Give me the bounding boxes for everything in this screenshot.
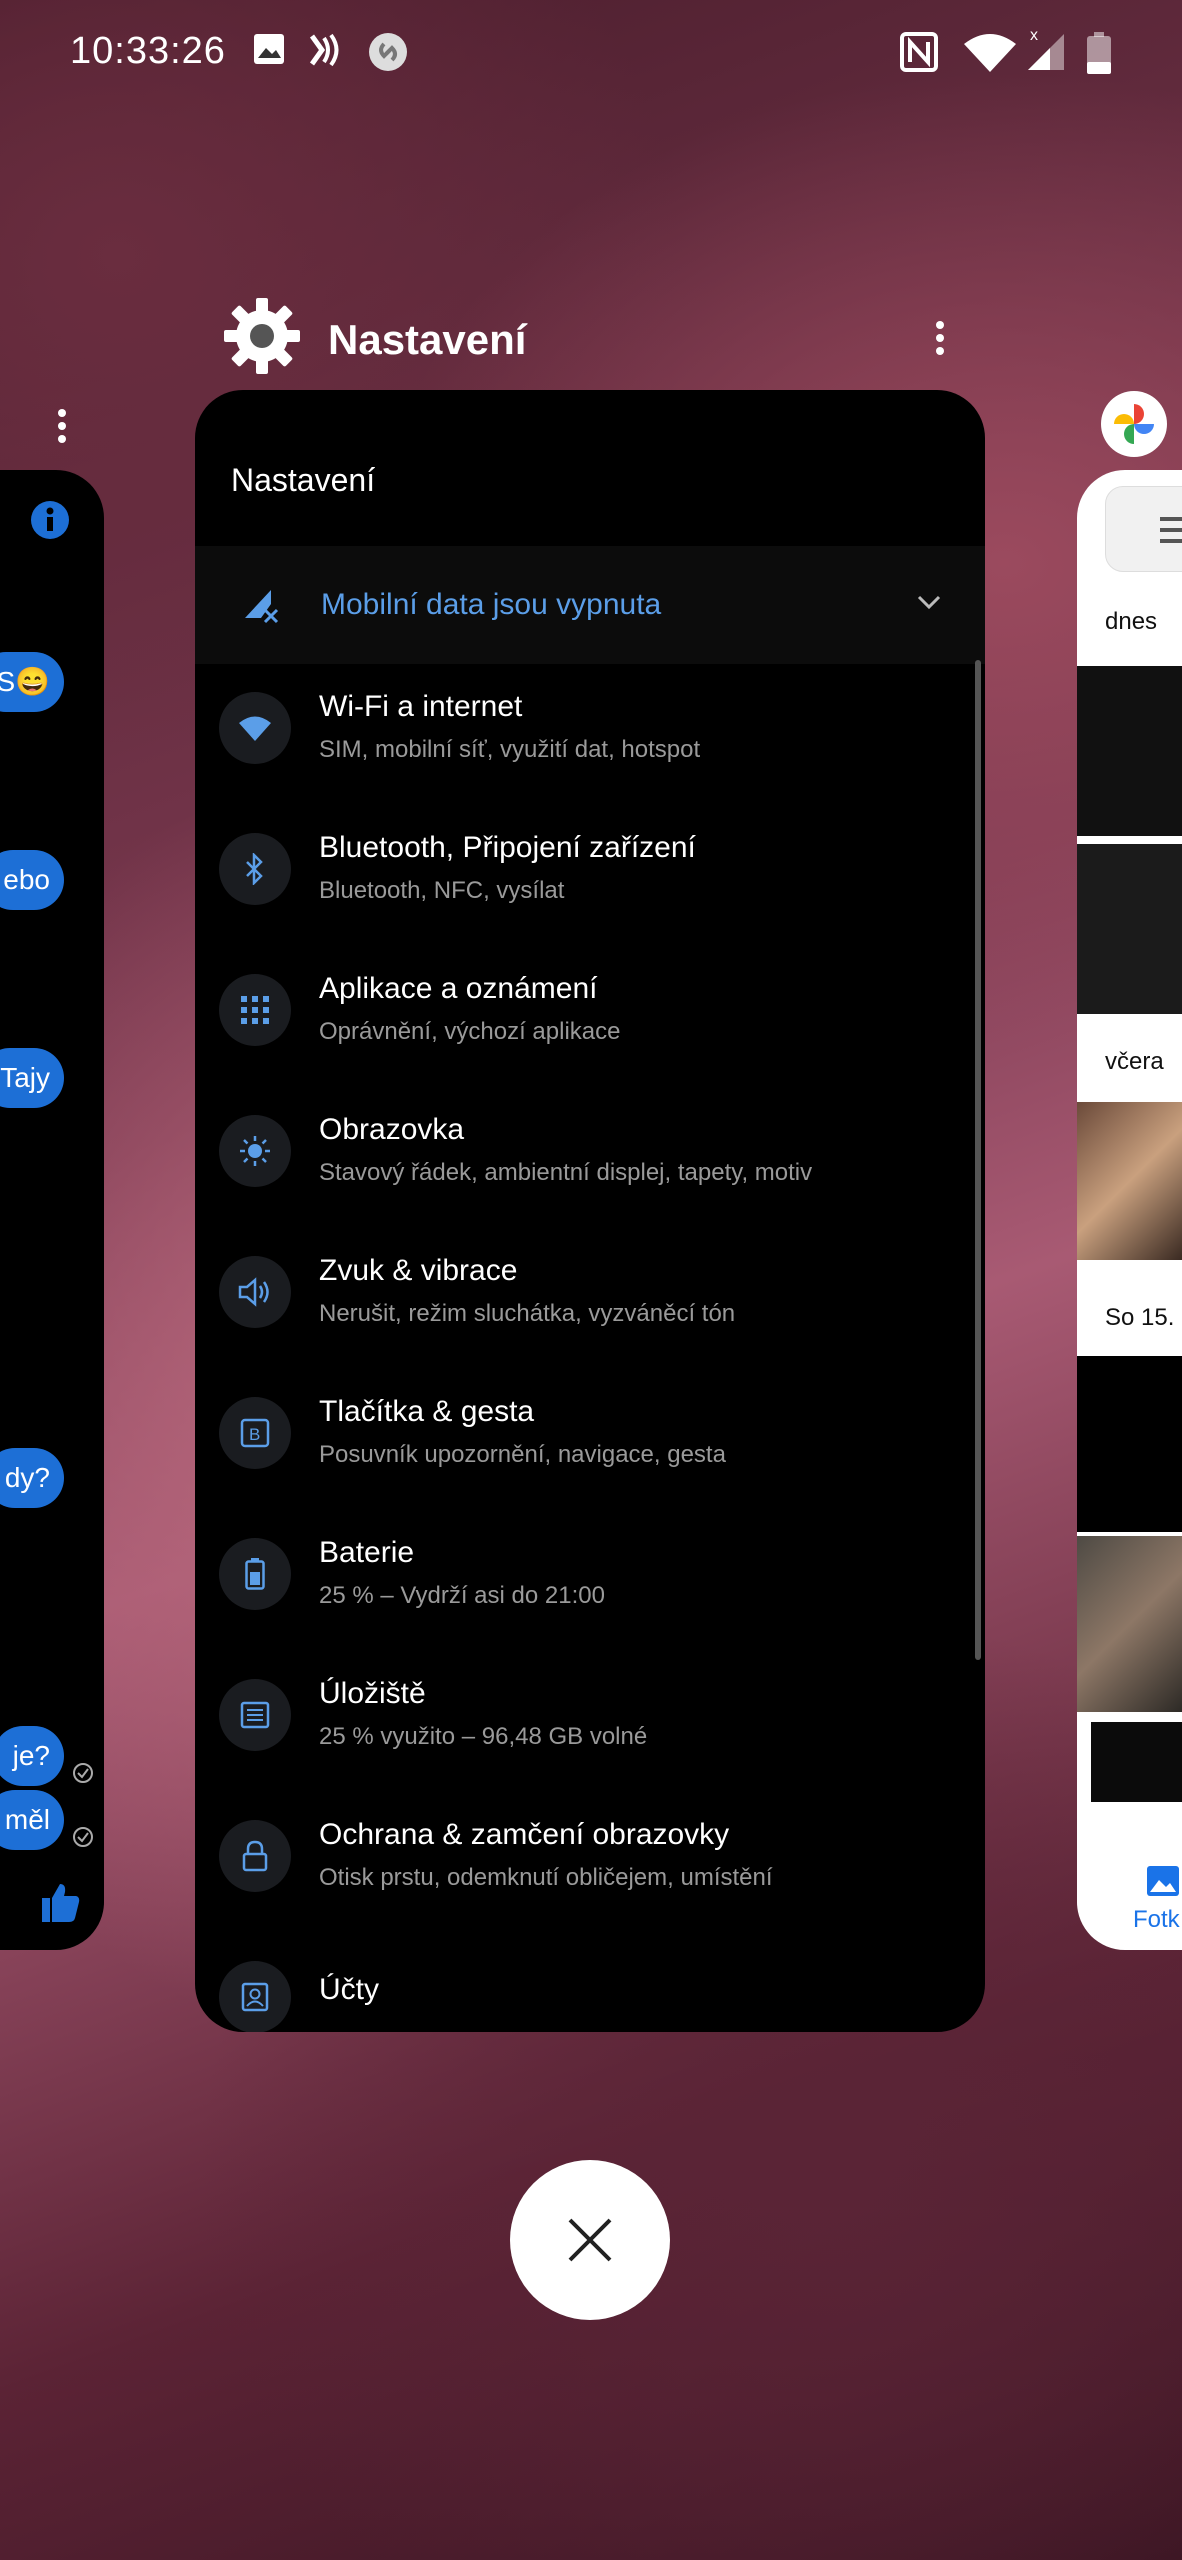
settings-item-subtitle: 25 % – Vydrží asi do 21:00 xyxy=(319,1582,605,1609)
shazam-icon xyxy=(369,33,407,71)
wifi-icon xyxy=(964,34,1016,72)
settings-item-title: Tlačítka & gesta xyxy=(319,1395,535,1428)
image-icon xyxy=(254,34,284,64)
apps-grid-icon xyxy=(219,974,291,1046)
recent-app-card-photos[interactable]: dnes včera So 15. Fotk xyxy=(1077,470,1182,1950)
settings-item-subtitle: 25 % využito – 96,48 GB volné xyxy=(319,1723,648,1750)
settings-item-subtitle: Stavový řádek, ambientní displej, tapety… xyxy=(319,1159,813,1186)
settings-item-title: Zvuk & vibrace xyxy=(319,1254,518,1287)
close-icon xyxy=(568,2218,612,2262)
photo-thumbnail[interactable] xyxy=(1091,1722,1182,1802)
settings-item-display[interactable]: Obrazovka Stavový řádek, ambientní displ… xyxy=(195,1091,955,1231)
settings-item-title: Obrazovka xyxy=(319,1113,465,1146)
settings-item-title: Účty xyxy=(319,1973,379,2006)
date-label-saturday: So 15. xyxy=(1105,1304,1175,1331)
settings-item-title: Bluetooth, Připojení zařízení xyxy=(319,831,696,864)
message-bubble: dy? xyxy=(0,1448,64,1508)
status-bar: 10:33:26 x xyxy=(0,0,1182,110)
settings-item-apps[interactable]: Aplikace a oznámení Oprávnění, výchozí a… xyxy=(195,950,955,1090)
recent-app-card-messenger[interactable]: S😄 ebo Tajy dy? je? měl xyxy=(0,470,104,1950)
app-card-menu-icon[interactable] xyxy=(936,316,944,360)
settings-page-title: Nastavení xyxy=(231,462,376,498)
settings-item-sound[interactable]: Zvuk & vibrace Nerušit, režim sluchátka,… xyxy=(195,1232,955,1372)
read-check-icon xyxy=(73,1827,93,1847)
photo-thumbnail[interactable] xyxy=(1077,666,1182,836)
gear-icon xyxy=(224,298,300,374)
mobile-data-off-icon xyxy=(245,590,279,624)
message-bubble: Tajy xyxy=(0,1048,64,1108)
settings-item-battery[interactable]: Baterie 25 % – Vydrží asi do 21:00 xyxy=(195,1514,955,1654)
recent-app-card-settings[interactable]: Nastavení Mobilní data jsou vypnuta Wi-F… xyxy=(195,390,985,2032)
lock-icon xyxy=(219,1820,291,1892)
svg-text:B: B xyxy=(249,1425,260,1444)
settings-item-subtitle: Oprávnění, výchozí aplikace xyxy=(319,1018,621,1045)
storage-icon xyxy=(219,1679,291,1751)
nfc-pay-icon xyxy=(309,33,339,67)
button-b-icon: B xyxy=(219,1397,291,1469)
settings-item-title: Úložiště xyxy=(319,1677,426,1710)
settings-item-wifi[interactable]: Wi-Fi a internet SIM, mobilní síť, využi… xyxy=(195,668,955,808)
account-icon xyxy=(219,1961,291,2032)
hamburger-menu-icon[interactable] xyxy=(1160,517,1182,543)
photos-search-bar xyxy=(1105,486,1182,572)
battery-icon xyxy=(1087,32,1111,74)
close-recent-apps-button[interactable] xyxy=(510,2160,670,2320)
volume-icon xyxy=(219,1256,291,1328)
brightness-icon xyxy=(219,1115,291,1187)
message-bubble: S😄 xyxy=(0,652,64,712)
settings-item-subtitle: Nerušit, režim sluchátka, vyzváněcí tón xyxy=(319,1300,736,1327)
settings-item-accounts[interactable]: Účty xyxy=(195,1937,955,2032)
settings-item-subtitle: Bluetooth, NFC, vysílat xyxy=(319,877,565,904)
message-bubble: ebo xyxy=(0,850,64,910)
nfc-icon xyxy=(900,32,938,72)
message-bubble: je? xyxy=(0,1726,64,1786)
google-photos-icon xyxy=(1101,391,1167,457)
photos-tab-icon[interactable] xyxy=(1147,1866,1179,1896)
bluetooth-icon xyxy=(219,833,291,905)
date-label-today: dnes xyxy=(1105,608,1158,635)
settings-item-subtitle: Posuvník upozornění, navigace, gesta xyxy=(319,1441,726,1468)
signal-icon: x xyxy=(1028,27,1064,70)
settings-item-title: Ochrana & zamčení obrazovky xyxy=(319,1818,730,1851)
photo-thumbnail[interactable] xyxy=(1077,1536,1182,1712)
thumbs-up-icon[interactable] xyxy=(38,1880,82,1924)
photos-tab-label[interactable]: Fotk xyxy=(1133,1906,1180,1934)
wifi-icon xyxy=(219,692,291,764)
settings-item-storage[interactable]: Úložiště 25 % využito – 96,48 GB volné xyxy=(195,1655,955,1795)
scrollbar[interactable] xyxy=(975,660,981,1660)
status-time: 10:33:26 xyxy=(70,30,226,72)
chevron-down-icon[interactable] xyxy=(917,594,941,610)
settings-item-title: Aplikace a oznámení xyxy=(319,972,598,1005)
settings-item-subtitle: SIM, mobilní síť, využití dat, hotspot xyxy=(319,736,701,763)
message-bubble: měl xyxy=(0,1790,64,1850)
photo-thumbnail[interactable] xyxy=(1077,1102,1182,1260)
settings-item-security[interactable]: Ochrana & zamčení obrazovky Otisk prstu,… xyxy=(195,1796,955,1936)
photo-thumbnail[interactable] xyxy=(1077,1356,1182,1532)
mobile-data-banner-text: Mobilní data jsou vypnuta xyxy=(321,588,662,621)
settings-item-bluetooth[interactable]: Bluetooth, Připojení zařízení Bluetooth,… xyxy=(195,809,955,949)
recent-app-header-settings: Nastavení xyxy=(220,290,960,390)
info-icon[interactable] xyxy=(30,500,70,540)
read-check-icon xyxy=(73,1763,93,1783)
battery-icon xyxy=(219,1538,291,1610)
settings-item-subtitle: Otisk prstu, odemknutí obličejem, umístě… xyxy=(319,1864,773,1891)
date-label-yesterday: včera xyxy=(1105,1048,1164,1075)
settings-item-title: Wi-Fi a internet xyxy=(319,690,523,723)
mobile-data-banner[interactable]: Mobilní data jsou vypnuta xyxy=(195,546,985,664)
settings-item-title: Baterie xyxy=(319,1536,415,1569)
settings-item-buttons-gestures[interactable]: B Tlačítka & gesta Posuvník upozornění, … xyxy=(195,1373,955,1513)
left-card-menu-icon[interactable] xyxy=(58,404,66,448)
app-title: Nastavení xyxy=(328,316,527,363)
photo-thumbnail[interactable] xyxy=(1077,844,1182,1014)
svg-text:x: x xyxy=(1030,27,1038,44)
